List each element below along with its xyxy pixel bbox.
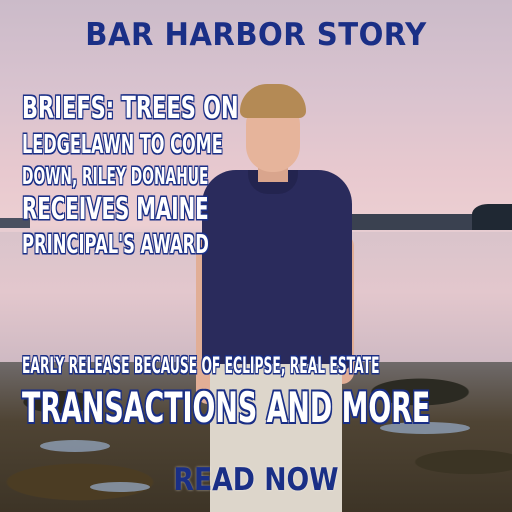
brand-title: BAR HARBOR STORY xyxy=(85,17,427,53)
read-now-button[interactable]: READ NOW xyxy=(36,462,476,498)
tide-pool xyxy=(40,440,110,452)
story-graphic: BAR HARBOR STORY BRIEFS: TREES ON LEDGEL… xyxy=(0,0,512,512)
headline-line: RECEIVES MAINE xyxy=(22,192,209,227)
tree-line xyxy=(472,204,512,230)
subheadline-line-1: EARLY RELEASE BECAUSE OF ECLIPSE, REAL E… xyxy=(22,354,380,379)
headline-line: DOWN, RILEY DONAHUE xyxy=(22,164,209,190)
headline-line: BRIEFS: TREES ON xyxy=(22,91,239,126)
headline-line: LEDGELAWN TO COME xyxy=(22,130,223,160)
headline: BRIEFS: TREES ON LEDGELAWN TO COME DOWN,… xyxy=(22,90,346,262)
headline-line: PRINCIPAL'S AWARD xyxy=(22,230,209,260)
subheadline-line-2: TRANSACTIONS AND MORE xyxy=(22,383,431,432)
